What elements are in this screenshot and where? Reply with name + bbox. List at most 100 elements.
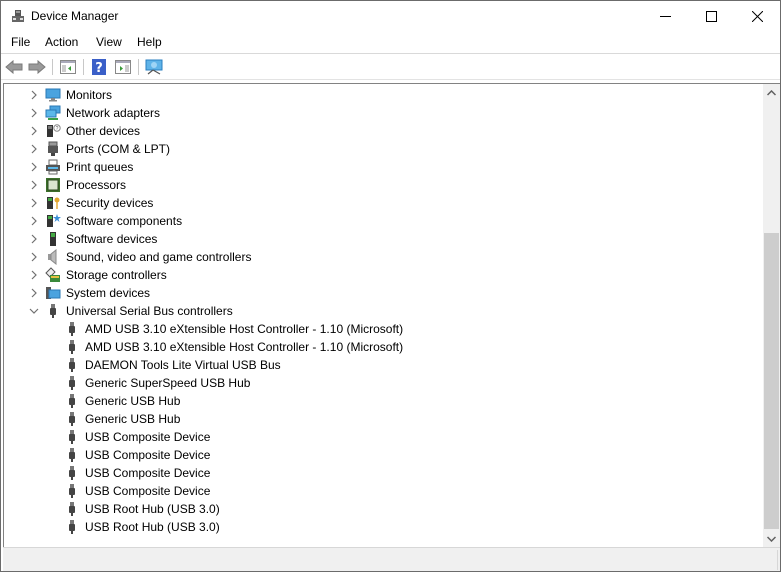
tree-device-item[interactable]: USB Composite Device <box>4 446 762 464</box>
scan-hardware-button[interactable] <box>144 57 164 77</box>
toolbar: ? <box>1 54 780 80</box>
toolbar-separator <box>83 59 84 75</box>
show-hide-console-tree-button[interactable] <box>58 57 78 77</box>
tree-category-item[interactable]: Monitors <box>4 86 762 104</box>
back-button[interactable] <box>4 57 24 77</box>
tree-category-item[interactable]: Software devices <box>4 230 762 248</box>
chevron-right-icon[interactable] <box>28 125 40 137</box>
help-button[interactable]: ? <box>89 57 109 77</box>
network-icon <box>45 105 61 120</box>
status-pane <box>3 550 778 570</box>
arrow-left-icon <box>5 60 23 74</box>
tree-category-label: Print queues <box>66 160 134 174</box>
tree-device-item[interactable]: USB Root Hub (USB 3.0) <box>4 518 762 536</box>
tree-category-label: Other devices <box>66 124 141 138</box>
chevron-right-icon[interactable] <box>28 197 40 209</box>
tree-device-item[interactable]: USB Root Hub (USB 3.0) <box>4 500 762 518</box>
usb-icon <box>69 394 75 408</box>
tree-category-item[interactable]: ? Other devices <box>4 122 762 140</box>
help-icon: ? <box>92 59 106 75</box>
action-pane-icon <box>115 60 131 74</box>
usb-icon <box>69 502 75 516</box>
tree-device-label: AMD USB 3.10 eXtensible Host Controller … <box>85 322 404 336</box>
menu-file[interactable]: File <box>11 35 30 49</box>
chevron-right-icon[interactable] <box>28 179 40 191</box>
tree-device-label: USB Composite Device <box>85 466 211 480</box>
chevron-down-icon[interactable] <box>28 305 40 317</box>
chevron-right-icon[interactable] <box>28 143 40 155</box>
tree-device-label: USB Composite Device <box>85 484 211 498</box>
maximize-icon <box>705 11 717 22</box>
chevron-right-icon[interactable] <box>28 233 40 245</box>
tree-category-item[interactable]: Software components <box>4 212 762 230</box>
tree-category-label: Network adapters <box>66 106 161 120</box>
vertical-scrollbar[interactable] <box>763 84 780 547</box>
tree-device-label: Generic USB Hub <box>85 394 181 408</box>
chevron-right-icon[interactable] <box>28 161 40 173</box>
chevron-right-icon[interactable] <box>28 269 40 281</box>
chevron-right-icon[interactable] <box>28 215 40 227</box>
status-bar <box>3 547 780 571</box>
tree-category-label: Software devices <box>66 232 158 246</box>
device-manager-app-icon <box>12 10 24 22</box>
chevron-right-icon[interactable] <box>28 89 40 101</box>
scroll-up-button[interactable] <box>763 84 780 101</box>
usb-icon <box>69 322 75 336</box>
tree-category-item[interactable]: System devices <box>4 284 762 302</box>
menu-help[interactable]: Help <box>137 35 162 49</box>
menu-action[interactable]: Action <box>45 35 78 49</box>
tree-device-item[interactable]: Generic USB Hub <box>4 410 762 428</box>
chevron-right-icon[interactable] <box>28 287 40 299</box>
minimize-button[interactable] <box>642 1 688 32</box>
toolbar-separator <box>138 59 139 75</box>
tree-category-label: Software components <box>66 214 183 228</box>
tree-device-item[interactable]: USB Composite Device <box>4 464 762 482</box>
scrollbar-thumb[interactable] <box>764 233 779 529</box>
tree-device-item[interactable]: AMD USB 3.10 eXtensible Host Controller … <box>4 320 762 338</box>
tree-device-label: AMD USB 3.10 eXtensible Host Controller … <box>85 340 404 354</box>
tree-category-label: Sound, video and game controllers <box>66 250 252 264</box>
tree-category-item[interactable]: Ports (COM & LPT) <box>4 140 762 158</box>
tree-category-item[interactable]: Network adapters <box>4 104 762 122</box>
chevron-right-icon[interactable] <box>28 107 40 119</box>
forward-button[interactable] <box>27 57 47 77</box>
tree-category-label: Security devices <box>66 196 154 210</box>
show-hide-action-pane-button[interactable] <box>113 57 133 77</box>
tree-device-item[interactable]: Generic SuperSpeed USB Hub <box>4 374 762 392</box>
usb-icon <box>50 304 56 318</box>
usb-icon <box>69 448 75 462</box>
usb-icon <box>69 430 75 444</box>
printer-icon <box>46 159 60 175</box>
tree-category-item[interactable]: Print queues <box>4 158 762 176</box>
tree-device-item[interactable]: DAEMON Tools Lite Virtual USB Bus <box>4 356 762 374</box>
tree-category-item[interactable]: Sound, video and game controllers <box>4 248 762 266</box>
tree-category-item[interactable]: Universal Serial Bus controllers <box>4 302 762 320</box>
monitor-icon <box>45 88 61 102</box>
svg-text:?: ? <box>95 61 103 75</box>
tree-device-item[interactable]: Generic USB Hub <box>4 392 762 410</box>
chevron-down-icon <box>767 535 776 542</box>
scroll-down-button[interactable] <box>763 530 780 547</box>
tree-device-item[interactable]: USB Composite Device <box>4 428 762 446</box>
tree-device-label: Generic SuperSpeed USB Hub <box>85 376 251 390</box>
software-component-icon <box>47 214 61 227</box>
tree-device-label: USB Composite Device <box>85 448 211 462</box>
processor-icon <box>46 178 60 192</box>
chevron-right-icon[interactable] <box>28 251 40 263</box>
tree-device-label: USB Root Hub (USB 3.0) <box>85 520 220 534</box>
tree-category-item[interactable]: Processors <box>4 176 762 194</box>
toolbar-separator <box>52 59 53 75</box>
monitor-scan-icon <box>145 59 163 75</box>
usb-icon <box>69 340 75 354</box>
tree-device-item[interactable]: AMD USB 3.10 eXtensible Host Controller … <box>4 338 762 356</box>
arrow-right-icon <box>28 60 46 74</box>
device-manager-window: Device Manager File Action View Help ? M… <box>0 0 781 572</box>
tree-category-item[interactable]: Storage controllers <box>4 266 762 284</box>
menu-view[interactable]: View <box>96 35 122 49</box>
console-tree-icon <box>60 60 76 74</box>
speaker-icon <box>48 249 57 265</box>
maximize-button[interactable] <box>688 1 734 32</box>
close-button[interactable] <box>734 1 780 32</box>
tree-category-item[interactable]: Security devices <box>4 194 762 212</box>
tree-device-item[interactable]: USB Composite Device <box>4 482 762 500</box>
